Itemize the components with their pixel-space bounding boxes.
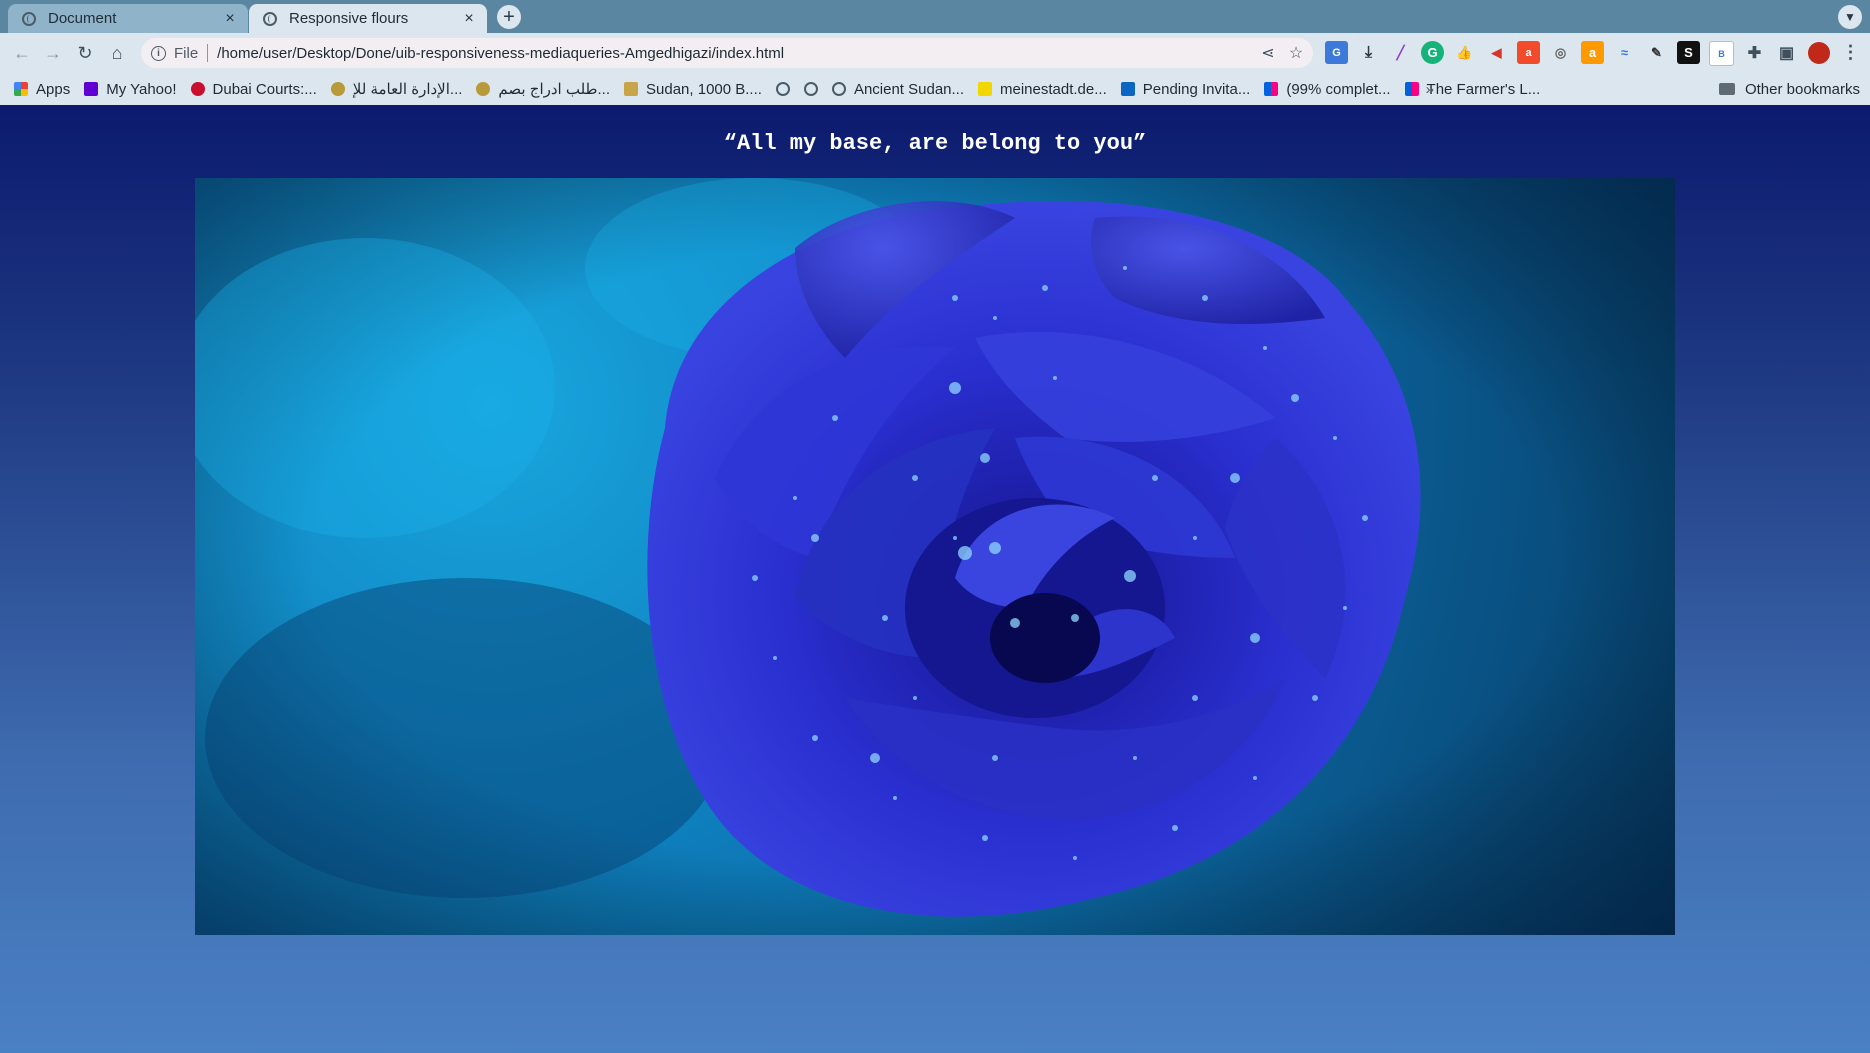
profile-avatar[interactable] [1807, 41, 1830, 64]
bookmark-label: طلب ادراج بصم... [498, 81, 611, 98]
tab-strip: Document × Responsive flours × + ▼ [0, 0, 1870, 33]
globe-icon [263, 11, 277, 26]
bookmark-label: Pending Invita... [1142, 80, 1251, 98]
apps-grid-icon [14, 82, 28, 96]
close-icon[interactable]: × [220, 9, 240, 29]
grammarly-icon[interactable]: G [1421, 41, 1444, 64]
address-bar[interactable]: i File /home/user/Desktop/Done/uib-respo… [141, 38, 1313, 68]
close-icon[interactable]: × [459, 9, 479, 29]
back-icon[interactable]: ← [10, 41, 34, 65]
bookmark-label: Other bookmarks [1744, 80, 1860, 98]
bookmark-meinestadt[interactable]: meinestadt.de... [978, 81, 1107, 98]
bookmarks-bar: Apps My Yahoo! Dubai Courts:... الإدارة … [0, 73, 1870, 106]
circle-extension-icon[interactable]: ◎ [1549, 41, 1572, 64]
download-icon[interactable]: ⤓ [1357, 41, 1380, 64]
bookmark-my-yahoo[interactable]: My Yahoo! [84, 80, 177, 98]
bookmark-pending-invitations[interactable]: Pending Invita... [1120, 80, 1251, 98]
red-extension-icon[interactable]: a [1517, 41, 1540, 64]
globe-icon [803, 82, 818, 96]
bookmark-label: (99% complet... [1286, 80, 1391, 98]
flickr-icon [1404, 82, 1419, 96]
bookmark-label: Apps [36, 80, 71, 98]
wave-extension-icon[interactable]: ≈ [1613, 41, 1636, 64]
bookmark-label: My Yahoo! [106, 80, 177, 98]
folder-icon [1718, 83, 1735, 95]
folder-yellow-icon [624, 82, 639, 96]
page-heading: “All my base, are belong to you” [723, 131, 1147, 156]
extensions-area: G ⤓ ╱ G 👍 ◀ a ◎ a ≈ ✎ S B ✚ ▣ ⋮ [1325, 41, 1862, 66]
picker-extension-icon[interactable]: ✎ [1645, 41, 1668, 64]
globe-icon [775, 82, 790, 96]
bookmark-arabic-2[interactable]: طلب ادراج بصم... [476, 80, 610, 98]
amazon-extension-icon[interactable]: a [1581, 41, 1604, 64]
bookmark-star-icon[interactable]: ☆ [1285, 43, 1307, 63]
bookmark-globe-2[interactable] [803, 82, 818, 96]
puzzle-extensions-icon[interactable]: ✚ [1743, 41, 1766, 64]
bookmark-99-complete[interactable]: (99% complet... [1264, 80, 1391, 98]
bookmark-arabic-1[interactable]: الإدارة العامة للإ... [330, 80, 463, 98]
meinestadt-icon [978, 82, 993, 96]
bookmark-ancient-sudan[interactable]: Ancient Sudan... [831, 80, 965, 98]
globe-icon [831, 82, 846, 96]
bookmark-label: The Farmer's L... [1426, 80, 1541, 98]
divider [207, 44, 209, 62]
home-icon[interactable]: ⌂ [105, 41, 129, 65]
bookmark-sudan-1000[interactable]: Sudan, 1000 B.... [624, 81, 762, 98]
pen-extension-icon[interactable]: ╱ [1389, 41, 1412, 64]
info-icon[interactable]: i [151, 45, 166, 61]
s-extension-icon[interactable]: S [1677, 41, 1700, 64]
emblem-icon [330, 82, 345, 96]
more-bookmarks-chevron-icon[interactable]: » [1426, 81, 1434, 98]
menu-kebab-icon[interactable]: ⋮ [1839, 41, 1862, 64]
bookmark-label: الإدارة العامة للإ... [352, 81, 463, 98]
flickr-icon [1264, 82, 1279, 96]
bookmark-label: Dubai Courts:... [212, 80, 317, 98]
tab-search-icon[interactable]: ▼ [1838, 5, 1862, 29]
translate-extension-icon[interactable]: G [1325, 41, 1348, 64]
dubai-courts-icon [190, 82, 205, 96]
new-tab-button[interactable]: + [497, 5, 521, 29]
reload-icon[interactable]: ↻ [73, 41, 97, 65]
scheme-label: File [174, 44, 199, 62]
bookmark-label: meinestadt.de... [1000, 80, 1107, 98]
forward-icon[interactable]: → [41, 41, 65, 65]
globe-icon [22, 11, 36, 26]
bookmark-globe-1[interactable] [775, 82, 790, 96]
linkedin-icon [1120, 82, 1135, 96]
bookmark-dubai-courts[interactable]: Dubai Courts:... [190, 80, 317, 98]
bookmark-label: Sudan, 1000 B.... [646, 80, 762, 98]
url-text[interactable]: /home/user/Desktop/Done/uib-responsivene… [217, 45, 1257, 62]
tab-title: Responsive flours [289, 10, 409, 27]
other-bookmarks[interactable]: Other bookmarks [1718, 80, 1860, 98]
thumbs-up-extension-icon[interactable]: 👍 [1453, 41, 1476, 64]
bookmark-label: Ancient Sudan... [853, 80, 965, 98]
b-extension-icon[interactable]: B [1709, 41, 1734, 66]
rose-image [195, 178, 1675, 935]
emblem-icon [476, 82, 491, 96]
tab-document[interactable]: Document × [8, 4, 248, 33]
bookmark-apps[interactable]: Apps [14, 81, 70, 98]
yahoo-icon [84, 82, 99, 96]
browser-toolbar: ← → ↻ ⌂ i File /home/user/Desktop/Done/u… [0, 33, 1870, 73]
page-viewport: “All my base, are belong to you” [0, 105, 1870, 1053]
tab-title: Document [48, 10, 117, 27]
tab-responsive-flours[interactable]: Responsive flours × [249, 4, 487, 33]
reading-list-icon[interactable]: ▣ [1775, 41, 1798, 64]
share-icon[interactable]: ⋖ [1257, 43, 1279, 63]
megaphone-extension-icon[interactable]: ◀ [1485, 41, 1508, 64]
